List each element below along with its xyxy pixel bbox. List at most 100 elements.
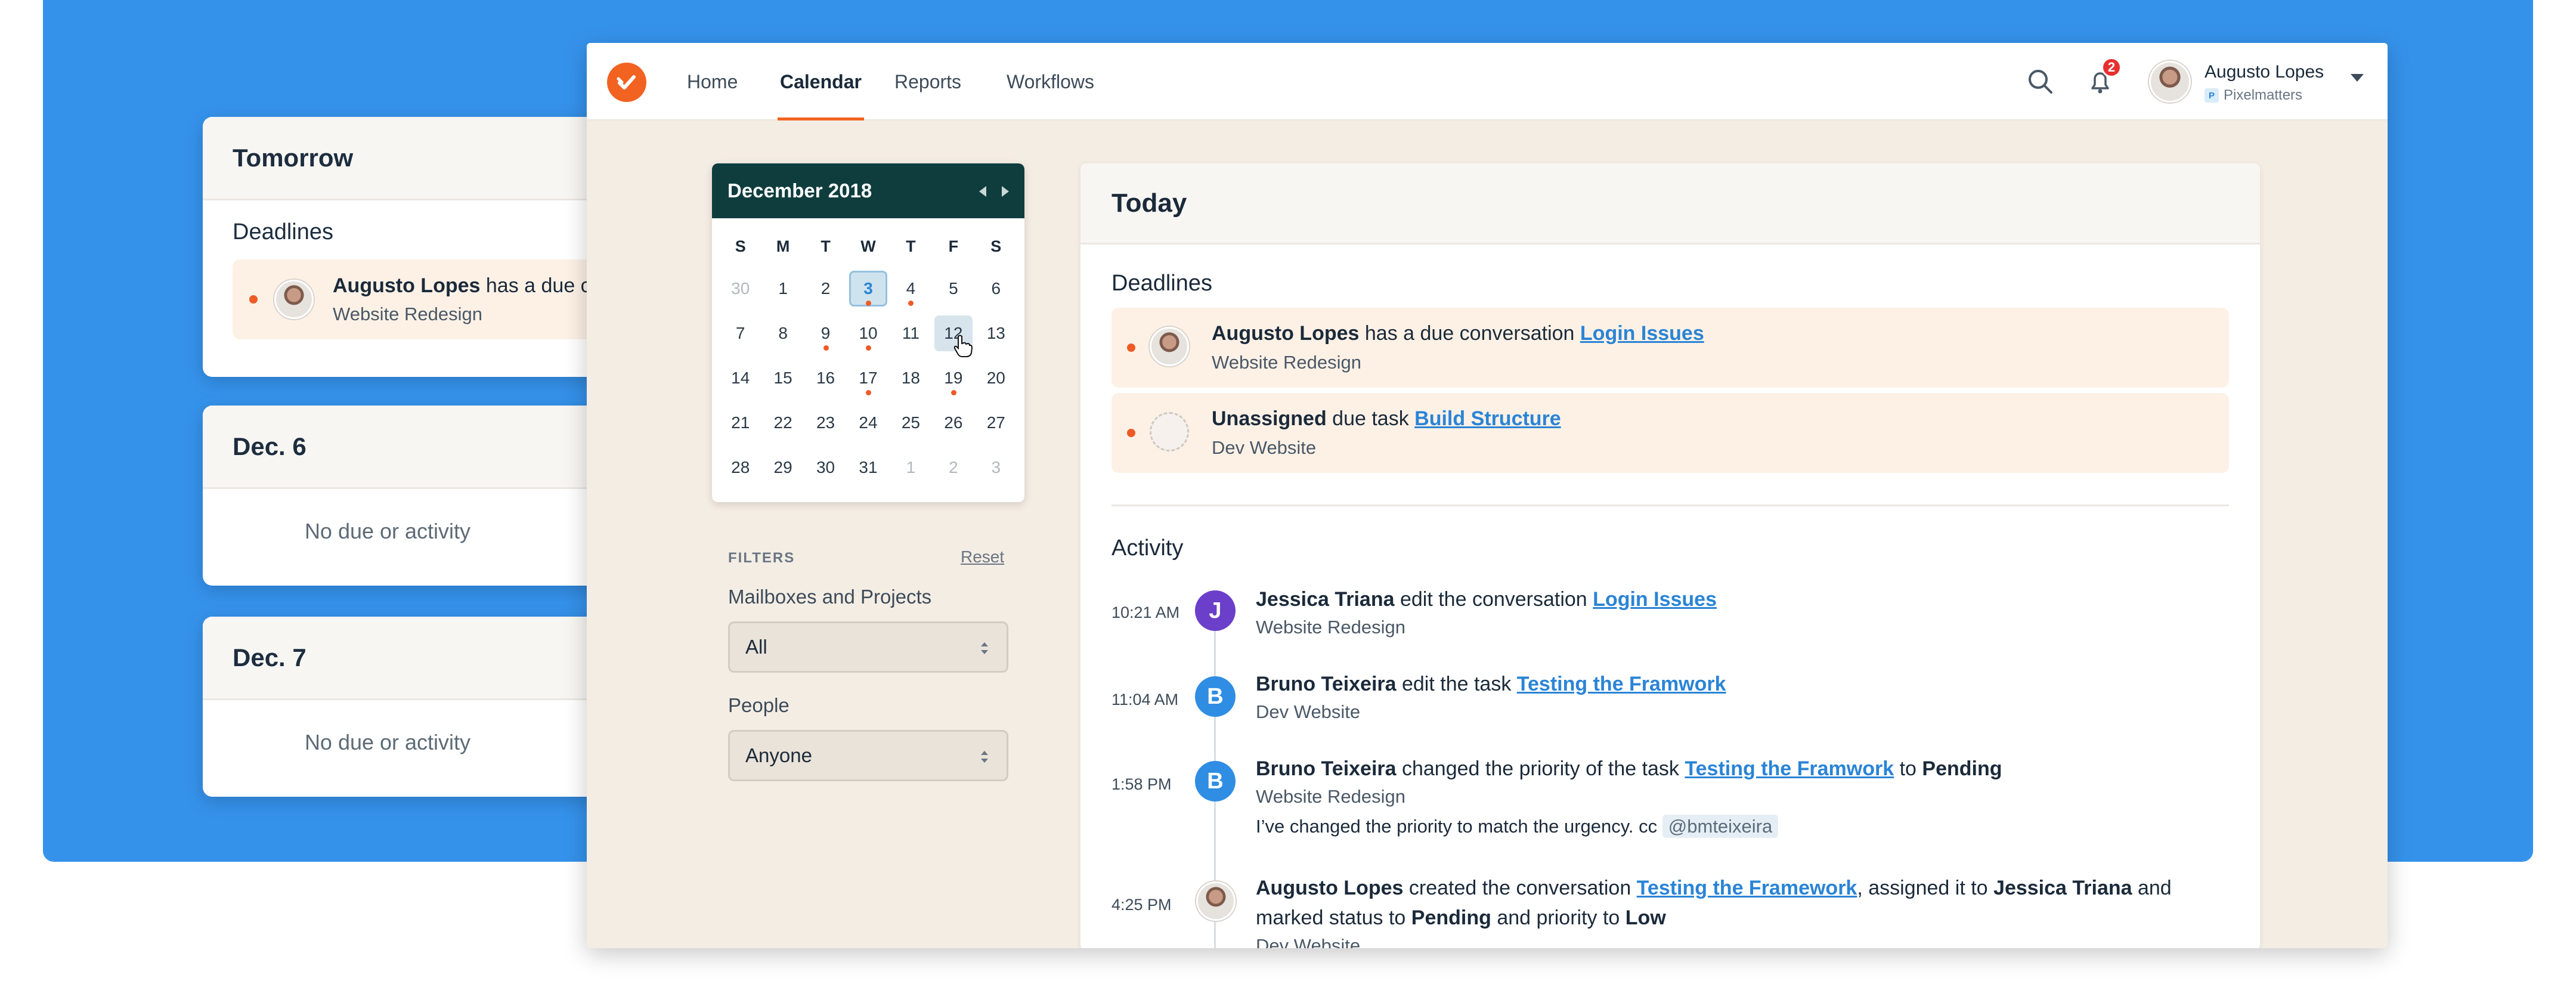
- priority-value: Low: [1625, 906, 1666, 929]
- assignee: Jessica Triana: [1993, 877, 2132, 899]
- calendar-day[interactable]: 4: [890, 266, 932, 311]
- hand-cursor-icon: [953, 335, 973, 357]
- activity-action: edit the conversation: [1394, 588, 1593, 611]
- calendar-day[interactable]: 11: [890, 311, 932, 355]
- deadline-project: Dev Website: [1212, 437, 1317, 458]
- calendar-day[interactable]: 23: [804, 400, 847, 445]
- calendar-day-number: 17: [859, 368, 878, 387]
- calendar-day[interactable]: 3: [975, 445, 1017, 490]
- notification-badge: 2: [2101, 57, 2122, 78]
- calendar-day[interactable]: 15: [761, 355, 804, 400]
- avatar: B: [1195, 761, 1236, 802]
- avatar: B: [1195, 676, 1236, 717]
- calendar-day[interactable]: 5: [932, 266, 974, 311]
- calendar-day-number: 21: [731, 413, 750, 432]
- calendar-day-number: 1: [906, 457, 916, 476]
- weekday-label: W: [860, 237, 876, 255]
- dec6-card-title: Dec. 6: [203, 406, 644, 489]
- calendar-day[interactable]: 12: [932, 311, 974, 357]
- calendar-day[interactable]: 2: [804, 266, 847, 311]
- calendar-day[interactable]: 19: [932, 355, 974, 400]
- tomorrow-card-title: Tomorrow: [203, 117, 644, 200]
- calendar-day[interactable]: 31: [847, 445, 889, 490]
- calendar-day-number: 5: [949, 279, 958, 298]
- calendar-day[interactable]: 1: [890, 445, 932, 490]
- conversation-link[interactable]: Login Issues: [1593, 588, 1717, 611]
- calendar-day[interactable]: 8: [761, 311, 804, 355]
- app-window: Home Calendar Reports Workflows 2 August…: [587, 43, 2388, 948]
- calendar-day-number: 4: [906, 279, 916, 298]
- nav-reports[interactable]: Reports: [894, 43, 961, 120]
- calendar-day[interactable]: 29: [761, 445, 804, 490]
- nav-home[interactable]: Home: [687, 43, 738, 120]
- calendar-day[interactable]: 1: [761, 266, 804, 311]
- calendar-day[interactable]: 30: [804, 445, 847, 490]
- activity-time: 10:21 AM: [1111, 604, 1180, 621]
- calendar-day[interactable]: 10: [847, 311, 889, 355]
- calendar-day[interactable]: 27: [975, 400, 1017, 445]
- deadline-user: Augusto Lopes: [333, 274, 481, 297]
- calendar-day[interactable]: 9: [804, 311, 847, 355]
- calendar-day[interactable]: 14: [719, 355, 761, 400]
- calendar-day[interactable]: 3: [847, 266, 889, 311]
- calendar-day-number: 6: [991, 279, 1001, 298]
- deadline-project: Website Redesign: [1212, 352, 1362, 373]
- calendar-day[interactable]: 6: [975, 266, 1017, 311]
- tomorrow-deadline-item[interactable]: Augusto Lopes has a due c Website Redesi…: [233, 259, 614, 339]
- app-logo-icon[interactable]: [607, 63, 646, 102]
- previous-month-icon[interactable]: [979, 186, 986, 197]
- calendar-day[interactable]: 22: [761, 400, 804, 445]
- activity-text: Bruno Teixeira edit the task Testing the…: [1256, 673, 1726, 696]
- calendar-day-number: 24: [859, 413, 878, 432]
- calendar-day[interactable]: 25: [890, 400, 932, 445]
- calendar-day[interactable]: 20: [975, 355, 1017, 400]
- activity-action: , assigned it to: [1857, 877, 1994, 899]
- mailboxes-select[interactable]: All: [728, 621, 1008, 673]
- deadline-item[interactable]: Augusto Lopes has a due conversation Log…: [1111, 308, 2229, 388]
- nav-calendar[interactable]: Calendar: [778, 43, 864, 120]
- calendar-day[interactable]: 16: [804, 355, 847, 400]
- calendar-day-number: 31: [859, 457, 878, 476]
- calendar-day[interactable]: 7: [719, 311, 761, 355]
- user-avatar[interactable]: [2149, 61, 2191, 103]
- activity-action: and: [2132, 877, 2172, 899]
- task-link[interactable]: Testing the Framwork: [1685, 757, 1894, 780]
- deadlines-title: Deadlines: [1111, 271, 1212, 296]
- user-mention[interactable]: @bmteixeira: [1662, 815, 1779, 838]
- activity-text: Jessica Triana edit the conversation Log…: [1256, 588, 1717, 611]
- task-link[interactable]: Build Structure: [1414, 407, 1561, 430]
- next-month-icon[interactable]: [1002, 186, 1009, 197]
- activity-text: Augusto Lopes created the conversation T…: [1256, 877, 2172, 900]
- calendar-day-number: 19: [944, 368, 963, 387]
- calendar-day[interactable]: 13: [975, 311, 1017, 355]
- conversation-link[interactable]: Login Issues: [1580, 322, 1704, 345]
- deadline-item[interactable]: Unassigned due task Build Structure Dev …: [1111, 393, 2229, 473]
- calendar-day-number: 10: [859, 323, 878, 342]
- activity-time: 11:04 AM: [1111, 691, 1179, 708]
- user-name[interactable]: Augusto Lopes: [2205, 62, 2324, 82]
- deadline-user: Augusto Lopes: [1212, 322, 1360, 345]
- calendar-day[interactable]: 17: [847, 355, 889, 400]
- calendar-day[interactable]: 28: [719, 445, 761, 490]
- reset-filters-link[interactable]: Reset: [961, 547, 1004, 567]
- task-link[interactable]: Testing the Framwork: [1517, 673, 1726, 695]
- nav-workflows[interactable]: Workflows: [1007, 43, 1094, 120]
- calendar-day[interactable]: 24: [847, 400, 889, 445]
- calendar-day[interactable]: 2: [932, 445, 974, 490]
- people-label: People: [728, 694, 789, 716]
- calendar-day[interactable]: 18: [890, 355, 932, 400]
- activity-comment: I’ve changed the priority to match the u…: [1256, 815, 1779, 838]
- organization-name: Pixelmatters: [2224, 87, 2303, 103]
- conversation-link[interactable]: Testing the Framework: [1637, 877, 1857, 899]
- search-icon[interactable]: [2027, 68, 2054, 95]
- mailboxes-label: Mailboxes and Projects: [728, 586, 932, 608]
- calendar-day-number: 15: [773, 368, 792, 387]
- people-select[interactable]: Anyone: [728, 730, 1008, 781]
- chevron-down-icon[interactable]: [2351, 74, 2364, 82]
- activity-action: edit the task: [1396, 673, 1517, 695]
- calendar-header: December 2018: [712, 163, 1024, 218]
- activity-project: Dev Website: [1256, 935, 1361, 948]
- calendar-day[interactable]: 21: [719, 400, 761, 445]
- calendar-day[interactable]: 26: [932, 400, 974, 445]
- calendar-day[interactable]: 30: [719, 266, 761, 311]
